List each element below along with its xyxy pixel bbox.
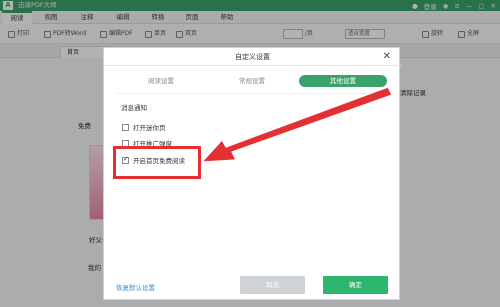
annotation-arrow [201,86,393,163]
annotation-arrow-shape [201,86,393,163]
